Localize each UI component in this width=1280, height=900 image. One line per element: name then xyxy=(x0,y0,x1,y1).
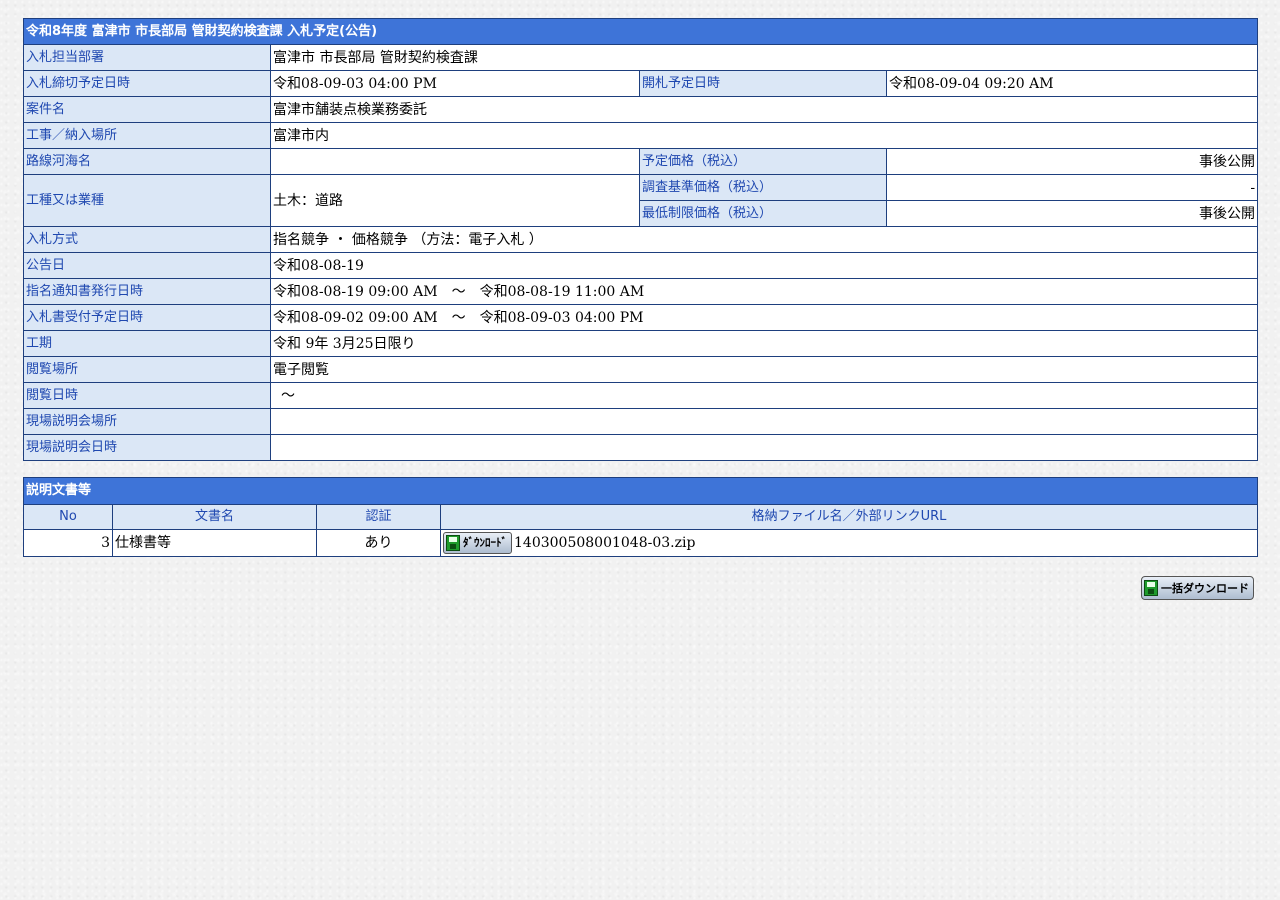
floppy-disk-icon xyxy=(1144,580,1158,596)
label-survey-price: 調査基準価格（税込） xyxy=(639,174,887,201)
label-min-price: 最低制限価格（税込） xyxy=(639,200,887,227)
value-notice-date: 令和08-08-19 xyxy=(269,252,1259,279)
row-reception: 入札書受付予定日時 令和08-09-02 09:00 AM ～ 令和08-09-… xyxy=(23,304,1259,331)
row-category: 工種又は業種 土木：道路 調査基準価格（税込） - xyxy=(23,174,1259,227)
row-project: 案件名 富津市舗装点検業務委託 xyxy=(23,96,1259,123)
value-min-price: 事後公開 xyxy=(885,200,1259,227)
label-planned-price: 予定価格（税込） xyxy=(639,148,887,175)
value-dept: 富津市 市長部局 管財契約検査課 xyxy=(269,44,1259,71)
bid-info-header: 令和8年度 富津市 市長部局 管財契約検査課 入札予定(公告) xyxy=(22,18,1259,45)
row-briefing-date: 現場説明会日時 xyxy=(23,434,1259,461)
page-title: 令和8年度 富津市 市長部局 管財契約検査課 入札予定(公告) xyxy=(22,18,1259,45)
doc-name: 仕様書等 xyxy=(112,529,317,557)
bulk-download-button[interactable]: 一括ダウンロード xyxy=(1141,576,1254,600)
label-dept: 入札担当部署 xyxy=(23,44,271,71)
label-reception: 入札書受付予定日時 xyxy=(23,304,271,331)
download-button[interactable]: ﾀﾞｳﾝﾛｰﾄﾞ xyxy=(443,532,512,554)
row-period: 工期 令和 9年 3月25日限り xyxy=(23,330,1259,357)
value-category: 土木：道路 xyxy=(270,174,640,227)
label-opening: 開札予定日時 xyxy=(639,70,887,97)
row-method: 入札方式 指名競争 ・ 価格競争 （方法：電子入札 ） xyxy=(23,226,1259,253)
label-nomination: 指名通知書発行日時 xyxy=(23,278,271,305)
col-header-file: 格納ファイル名／外部リンクURL xyxy=(439,504,1259,530)
value-briefing-date xyxy=(269,434,1259,461)
bulk-download-area: 一括ダウンロード xyxy=(23,576,1257,600)
bulk-download-label: 一括ダウンロード xyxy=(1161,582,1249,595)
value-view-place: 電子閲覧 xyxy=(269,356,1259,383)
value-reception: 令和08-09-02 09:00 AM ～ 令和08-09-03 04:00 P… xyxy=(269,304,1259,331)
docs-column-headers: No 文書名 認証 格納ファイル名／外部リンクURL xyxy=(23,504,1259,530)
label-view-date: 閲覧日時 xyxy=(23,382,271,409)
row-notice-date: 公告日 令和08-08-19 xyxy=(23,252,1259,279)
doc-auth: あり xyxy=(316,529,441,557)
value-deadline: 令和08-09-03 04:00 PM xyxy=(270,70,640,97)
value-briefing-place xyxy=(269,408,1259,435)
doc-no: 3 xyxy=(23,529,113,557)
floppy-disk-icon xyxy=(446,535,460,551)
docs-header: 説明文書等 xyxy=(22,477,1259,505)
docs-table: 説明文書等 No 文書名 認証 格納ファイル名／外部リンクURL 3 仕様書等 … xyxy=(22,477,1259,557)
value-project: 富津市舗装点検業務委託 xyxy=(269,96,1259,123)
page-container: 令和8年度 富津市 市長部局 管財契約検査課 入札予定(公告) 入札担当部署 富… xyxy=(22,18,1259,600)
label-location: 工事／納入場所 xyxy=(23,122,271,149)
doc-file-cell: ﾀﾞｳﾝﾛｰﾄﾞ 140300508001048-03.zip xyxy=(439,529,1259,557)
value-period: 令和 9年 3月25日限り xyxy=(269,330,1259,357)
row-dept: 入札担当部署 富津市 市長部局 管財契約検査課 xyxy=(23,44,1259,71)
docs-title: 説明文書等 xyxy=(22,477,1259,505)
value-planned-price: 事後公開 xyxy=(885,148,1259,175)
row-deadline: 入札締切予定日時 令和08-09-03 04:00 PM 開札予定日時 令和08… xyxy=(23,70,1259,97)
label-period: 工期 xyxy=(23,330,271,357)
label-notice-date: 公告日 xyxy=(23,252,271,279)
row-view-date: 閲覧日時 ～ xyxy=(23,382,1259,409)
col-header-name: 文書名 xyxy=(112,504,317,530)
row-route: 路線河海名 予定価格（税込） 事後公開 xyxy=(23,148,1259,175)
label-view-place: 閲覧場所 xyxy=(23,356,271,383)
row-briefing-place: 現場説明会場所 xyxy=(23,408,1259,435)
value-location: 富津市内 xyxy=(269,122,1259,149)
value-nomination: 令和08-08-19 09:00 AM ～ 令和08-08-19 11:00 A… xyxy=(269,278,1259,305)
value-route xyxy=(270,148,640,175)
row-nomination: 指名通知書発行日時 令和08-08-19 09:00 AM ～ 令和08-08-… xyxy=(23,278,1259,305)
label-route: 路線河海名 xyxy=(23,148,271,175)
row-view-place: 閲覧場所 電子閲覧 xyxy=(23,356,1259,383)
value-method: 指名競争 ・ 価格競争 （方法：電子入札 ） xyxy=(269,226,1259,253)
row-location: 工事／納入場所 富津市内 xyxy=(23,122,1259,149)
value-view-date: ～ xyxy=(269,382,1259,409)
value-survey-price: - xyxy=(885,174,1259,201)
label-deadline: 入札締切予定日時 xyxy=(23,70,271,97)
label-project: 案件名 xyxy=(23,96,271,123)
label-briefing-date: 現場説明会日時 xyxy=(23,434,271,461)
value-opening: 令和08-09-04 09:20 AM xyxy=(885,70,1259,97)
bid-info-table: 令和8年度 富津市 市長部局 管財契約検査課 入札予定(公告) 入札担当部署 富… xyxy=(22,18,1259,461)
label-briefing-place: 現場説明会場所 xyxy=(23,408,271,435)
label-method: 入札方式 xyxy=(23,226,271,253)
col-header-auth: 認証 xyxy=(316,504,441,530)
col-header-no: No xyxy=(23,504,113,530)
file-name: 140300508001048-03.zip xyxy=(514,535,696,551)
label-category: 工種又は業種 xyxy=(23,174,271,227)
table-row: 3 仕様書等 あり ﾀﾞｳﾝﾛｰﾄﾞ 140300508001048-03.zi… xyxy=(23,529,1259,557)
download-button-label: ﾀﾞｳﾝﾛｰﾄﾞ xyxy=(463,536,507,549)
